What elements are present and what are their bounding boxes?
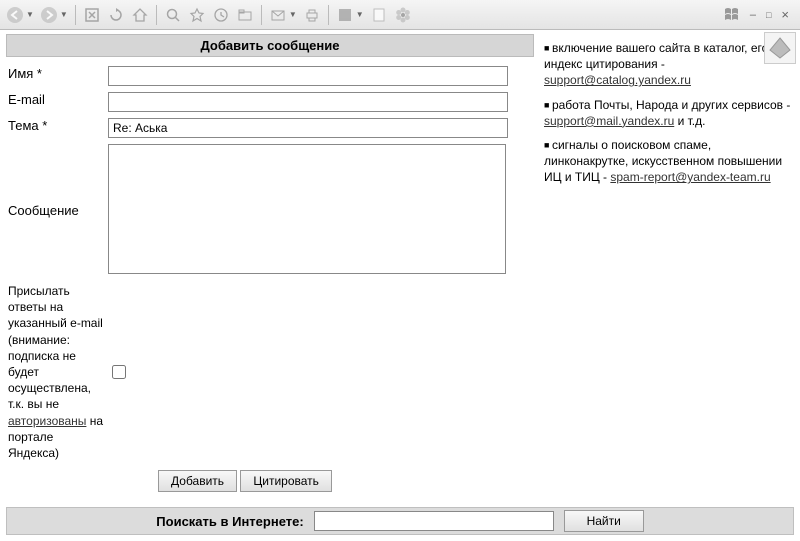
name-input[interactable]	[108, 66, 508, 86]
search-label: Поискать в Интернете:	[156, 514, 303, 529]
catalog-support-link[interactable]: support@catalog.yandex.ru	[544, 73, 691, 87]
subscribe-note1: (внимание: подписка не будет осуществлен…	[8, 333, 91, 412]
square-icon[interactable]	[334, 4, 356, 26]
mail-icon[interactable]	[267, 4, 289, 26]
window-maximize[interactable]: □	[763, 10, 774, 20]
forward-dropdown-icon[interactable]: ▼	[60, 10, 68, 19]
browser-toolbar: ▼ ▼ ▼ ▼ – □ ×	[0, 0, 800, 30]
form-panel: Добавить сообщение Имя * E-mail Тема * С…	[0, 30, 540, 510]
search-icon[interactable]	[162, 4, 184, 26]
side-item-3: сигналы о поисковом спаме, линконакрутке…	[544, 137, 792, 186]
forward-button[interactable]	[38, 4, 60, 26]
side-panel: включение вашего сайта в каталог, его ин…	[540, 30, 800, 510]
search-input[interactable]	[314, 511, 554, 531]
page-icon[interactable]	[368, 4, 390, 26]
icq-flower-icon[interactable]	[392, 4, 414, 26]
spam-report-link[interactable]: spam-report@yandex-team.ru	[610, 170, 770, 184]
windows-logo-icon	[723, 6, 743, 24]
side-item-1: включение вашего сайта в каталог, его ин…	[544, 40, 792, 89]
search-bar: Поискать в Интернете: Найти	[6, 507, 794, 535]
name-label: Имя *	[6, 63, 106, 89]
refresh-button[interactable]	[105, 4, 127, 26]
print-icon[interactable]	[301, 4, 323, 26]
subject-input[interactable]	[108, 118, 508, 138]
window-close[interactable]: ×	[778, 7, 792, 22]
quote-button[interactable]: Цитировать	[240, 470, 332, 492]
search-button[interactable]: Найти	[564, 510, 644, 532]
square-dropdown-icon[interactable]: ▼	[356, 10, 364, 19]
subscribe-checkbox[interactable]	[112, 365, 126, 379]
auth-link[interactable]: авторизованы	[8, 414, 86, 428]
mail-support-link[interactable]: support@mail.yandex.ru	[544, 114, 674, 128]
side-item-2: работа Почты, Народа и других сервисов -…	[544, 97, 792, 129]
message-label: Сообщение	[6, 141, 106, 280]
email-input[interactable]	[108, 92, 508, 112]
back-button[interactable]	[4, 4, 26, 26]
email-label: E-mail	[6, 89, 106, 115]
side-item-2-text: работа Почты, Народа и других сервисов -	[552, 98, 790, 112]
subscribe-text-pre: Присылать ответы на указанный e-mail	[8, 284, 103, 330]
history-icon[interactable]	[210, 4, 232, 26]
subscribe-label: Присылать ответы на указанный e-mail (вн…	[6, 280, 106, 464]
folders-icon[interactable]	[234, 4, 256, 26]
throbber-icon	[764, 32, 796, 64]
subject-label: Тема *	[6, 115, 106, 141]
favorites-icon[interactable]	[186, 4, 208, 26]
mail-dropdown-icon[interactable]: ▼	[289, 10, 297, 19]
stop-button[interactable]	[81, 4, 103, 26]
add-button[interactable]: Добавить	[158, 470, 237, 492]
home-button[interactable]	[129, 4, 151, 26]
side-item-1-text: включение вашего сайта в каталог, его ин…	[544, 41, 768, 71]
form-title: Добавить сообщение	[6, 34, 534, 57]
side-item-2-post: и т.д.	[674, 114, 705, 128]
back-dropdown-icon[interactable]: ▼	[26, 10, 34, 19]
window-minimize[interactable]: –	[747, 9, 759, 21]
message-textarea[interactable]	[108, 144, 506, 274]
